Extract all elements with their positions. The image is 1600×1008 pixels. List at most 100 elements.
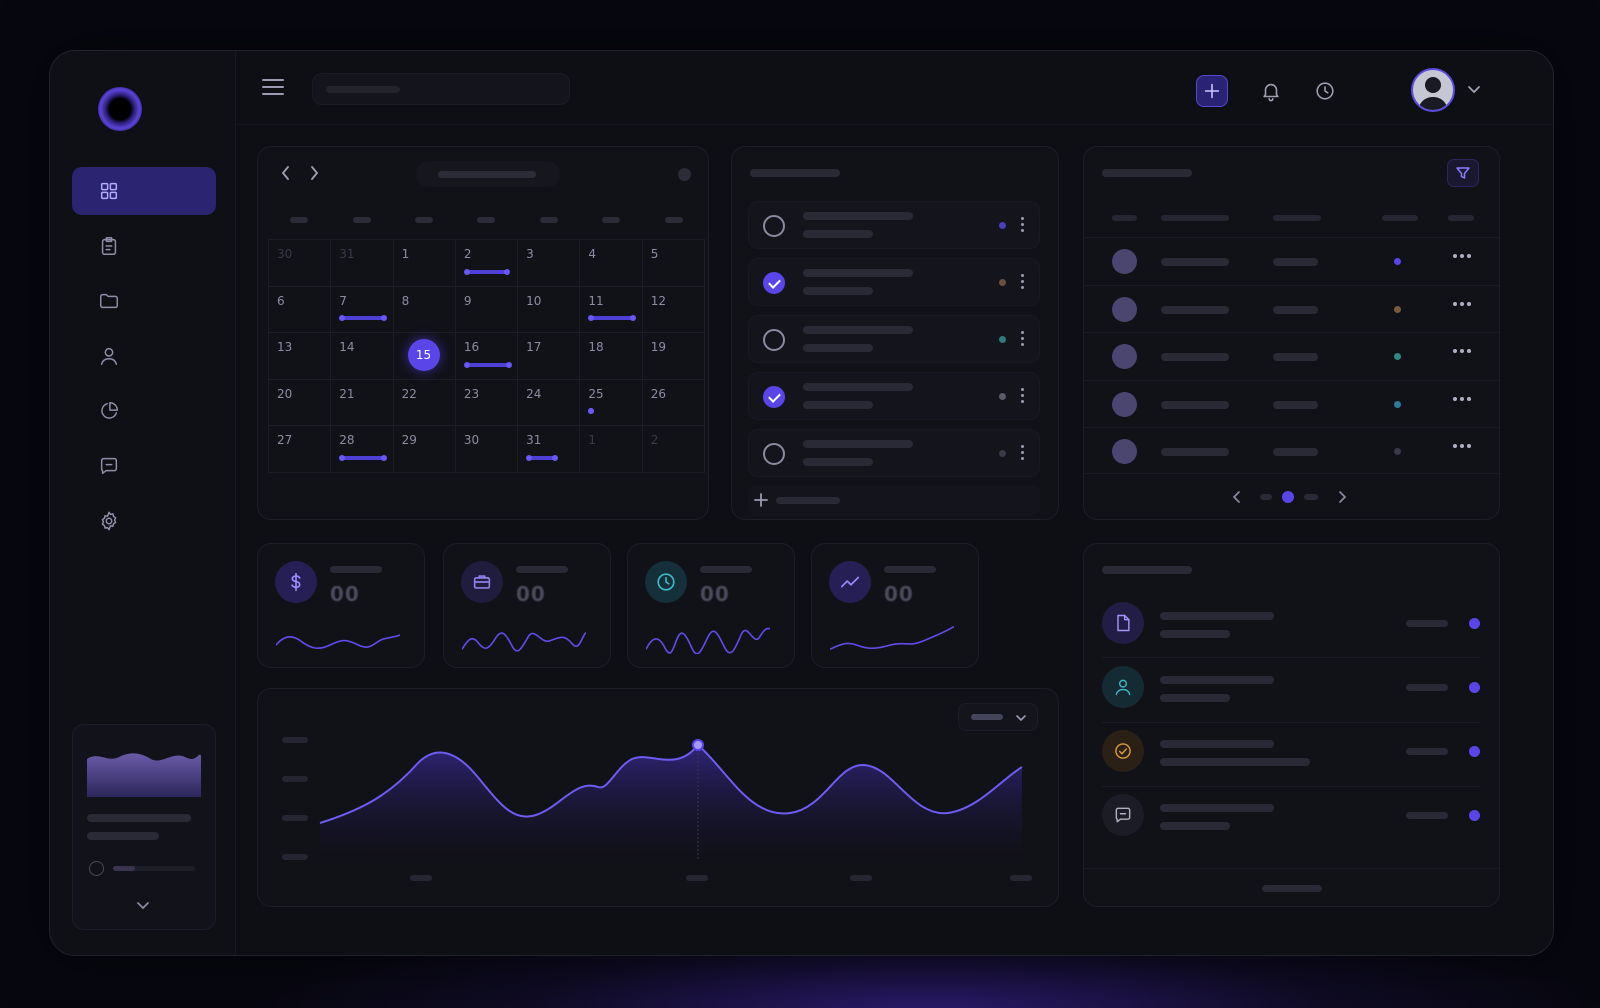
task-checkbox[interactable] (763, 329, 785, 351)
calendar-day[interactable]: 31 (518, 426, 581, 473)
sidebar-item-settings[interactable] (72, 497, 216, 545)
month-selector[interactable] (416, 161, 560, 187)
calendar-day[interactable]: 21 (331, 379, 394, 427)
calendar-day[interactable]: 12 (642, 286, 705, 334)
calendar-day[interactable]: 23 (455, 379, 519, 427)
calendar-day[interactable]: 18 (580, 333, 643, 380)
task-item[interactable] (748, 372, 1040, 420)
hover-marker-point[interactable] (692, 739, 704, 751)
calendar-day[interactable]: 26 (642, 379, 705, 427)
sidebar-item-tasks[interactable] (72, 222, 216, 270)
calendar-day[interactable]: 20 (269, 379, 332, 427)
table-row[interactable] (1084, 284, 1499, 332)
calendar-event-bar[interactable] (463, 268, 510, 275)
task-checkbox[interactable] (763, 272, 785, 294)
more-vertical-icon[interactable] (1021, 217, 1025, 235)
calendar-day[interactable]: 27 (269, 426, 332, 473)
calendar-day[interactable]: 16 (455, 333, 519, 380)
menu-icon[interactable] (262, 79, 284, 97)
chevron-right-icon[interactable] (308, 165, 320, 181)
calendar-day[interactable]: 25 (580, 379, 643, 427)
chevron-down-icon[interactable] (136, 901, 150, 911)
more-vertical-icon[interactable] (1021, 388, 1025, 406)
calendar-day[interactable]: 11 (580, 286, 643, 334)
stat-card[interactable]: 00 (443, 543, 611, 668)
activity-item-completed[interactable] (1102, 720, 1482, 784)
add-button[interactable] (1196, 75, 1228, 107)
sidebar-item-messages[interactable] (72, 442, 216, 490)
today-marker[interactable]: 15 (407, 339, 440, 372)
stat-card[interactable]: 00 (811, 543, 979, 668)
calendar-day[interactable]: 9 (455, 286, 519, 334)
sidebar-item-files[interactable] (72, 277, 216, 325)
calendar-options-dot[interactable] (678, 168, 691, 181)
calendar-event-bar[interactable] (526, 454, 559, 461)
task-item[interactable] (748, 258, 1040, 306)
history-button[interactable] (1309, 75, 1341, 107)
chevron-left-icon[interactable] (1232, 490, 1242, 504)
calendar-day[interactable]: 1 (393, 240, 456, 287)
calendar-day[interactable]: 29 (393, 426, 456, 473)
activity-item-message[interactable] (1102, 784, 1482, 848)
more-horizontal-icon[interactable] (1453, 301, 1471, 306)
calendar-event-bar[interactable] (339, 315, 388, 322)
calendar-day[interactable]: 24 (518, 379, 581, 427)
calendar-day[interactable]: 22 (393, 379, 456, 427)
calendar-day[interactable]: 4 (580, 240, 643, 287)
calendar-day[interactable]: 6 (269, 286, 332, 334)
calendar-day[interactable]: 30 (269, 240, 332, 287)
calendar-day[interactable]: 10 (518, 286, 581, 334)
table-row[interactable] (1084, 427, 1499, 474)
task-checkbox[interactable] (763, 215, 785, 237)
more-horizontal-icon[interactable] (1453, 396, 1471, 401)
stat-card[interactable]: 00 (257, 543, 425, 668)
page-dot[interactable] (1304, 494, 1318, 500)
calendar-day[interactable]: 5 (642, 240, 705, 287)
filter-button[interactable] (1447, 159, 1479, 187)
calendar-day[interactable]: 28 (331, 426, 394, 473)
account-chevron-down-icon[interactable] (1467, 85, 1481, 95)
calendar-event-bar[interactable] (463, 361, 512, 368)
promo-radio[interactable] (89, 861, 104, 876)
more-vertical-icon[interactable] (1021, 445, 1025, 463)
table-row[interactable] (1084, 332, 1499, 379)
more-horizontal-icon[interactable] (1453, 254, 1471, 258)
calendar-day[interactable]: 3 (518, 240, 581, 287)
calendar-day[interactable]: 31 (331, 240, 394, 287)
more-horizontal-icon[interactable] (1453, 444, 1471, 448)
activity-item-user[interactable] (1102, 656, 1482, 720)
calendar-event-bar[interactable] (588, 408, 595, 415)
chevron-right-icon[interactable] (1337, 490, 1347, 504)
calendar-event-bar[interactable] (339, 454, 388, 461)
calendar-day[interactable]: 2 (455, 240, 519, 287)
task-checkbox[interactable] (763, 386, 785, 408)
stat-card[interactable]: 00 (627, 543, 795, 668)
calendar-day[interactable]: 8 (393, 286, 456, 334)
calendar-event-bar[interactable] (588, 315, 637, 322)
task-item[interactable] (748, 201, 1040, 249)
more-horizontal-icon[interactable] (1453, 349, 1471, 353)
upgrade-card[interactable] (72, 724, 216, 930)
table-row[interactable] (1084, 237, 1499, 284)
more-vertical-icon[interactable] (1021, 274, 1025, 292)
add-task-row[interactable] (748, 485, 1040, 515)
page-dot[interactable] (1260, 494, 1272, 500)
page-dot-active[interactable] (1282, 491, 1294, 503)
task-item[interactable] (748, 429, 1040, 477)
calendar-day[interactable]: 2 (642, 426, 705, 473)
notifications-button[interactable] (1255, 75, 1287, 107)
activity-footer[interactable] (1084, 868, 1499, 908)
calendar-day[interactable]: 15 (393, 333, 456, 380)
calendar-day[interactable]: 17 (518, 333, 581, 380)
calendar-day[interactable]: 1 (580, 426, 643, 473)
table-row[interactable] (1084, 379, 1499, 427)
task-item[interactable] (748, 315, 1040, 363)
chevron-left-icon[interactable] (280, 165, 292, 181)
sidebar-item-users[interactable] (72, 332, 216, 380)
calendar-day[interactable]: 14 (331, 333, 394, 380)
task-checkbox[interactable] (763, 443, 785, 465)
calendar-day[interactable]: 19 (642, 333, 705, 380)
sidebar-item-dashboard[interactable] (72, 167, 216, 215)
more-vertical-icon[interactable] (1021, 331, 1025, 349)
calendar-day[interactable]: 7 (331, 286, 394, 334)
